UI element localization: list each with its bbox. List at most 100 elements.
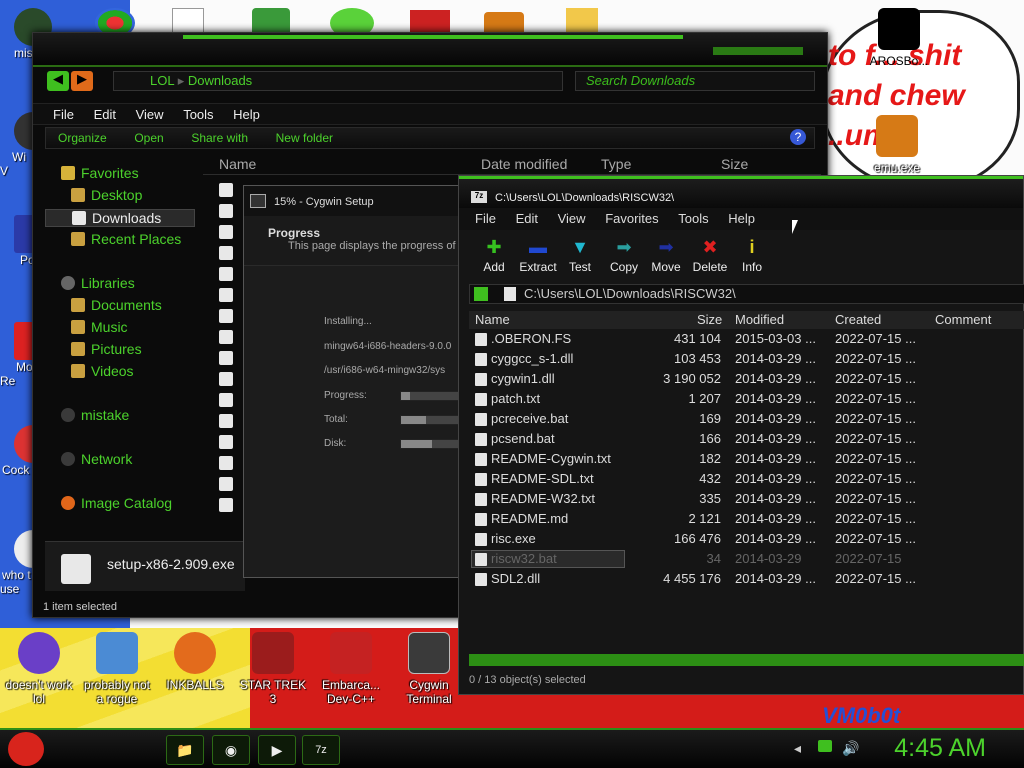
desktop-icon-inkballs[interactable]: INKBALLS (156, 632, 234, 692)
taskbar-chrome-button[interactable]: ◉ (212, 735, 250, 765)
file-icon[interactable] (219, 351, 233, 365)
file-icon[interactable] (219, 330, 233, 344)
nav-recent-places[interactable]: Recent Places (71, 231, 181, 247)
menu-help[interactable]: Help (225, 104, 268, 125)
file-icon[interactable] (219, 309, 233, 323)
file-icon[interactable] (219, 393, 233, 407)
file-icon[interactable] (219, 477, 233, 491)
column-name[interactable]: Name (475, 312, 510, 327)
table-row[interactable]: pcsend.bat 166 2014-03-29 ... 2022-07-15 ..… (469, 429, 1024, 449)
desktop-icon-devcpp[interactable]: Embarca... Dev-C++ (312, 632, 390, 706)
help-icon[interactable]: ? (790, 129, 806, 145)
table-row[interactable]: README-Cygwin.txt 182 2014-03-29 ... 2022-0… (469, 449, 1024, 469)
desktop-icon-yahoo[interactable]: doesn't work lol (0, 632, 78, 706)
tray-volume-icon[interactable]: 🔊 (842, 740, 859, 757)
address-bar[interactable]: LOL ▸ Downloads (113, 71, 563, 91)
nav-pictures[interactable]: Pictures (71, 341, 142, 357)
column-created[interactable]: Created (835, 312, 881, 327)
table-row[interactable]: cygwin1.dll 3 190 052 2014-03-29 ... 2022-0… (469, 369, 1024, 389)
organize-button[interactable]: Organize (46, 128, 119, 148)
menu-file[interactable]: File (45, 104, 82, 125)
horizontal-scrollbar[interactable] (469, 654, 1024, 666)
nav-downloads[interactable]: Downloads (45, 209, 195, 227)
file-icon[interactable] (219, 372, 233, 386)
table-row-dragging[interactable]: riscw32.bat 34 2014-03-29 2022-07-15 (469, 549, 1024, 569)
cell-created: 2022-07-15 ... (835, 451, 916, 466)
test-button[interactable]: ▼ Test (555, 234, 605, 274)
column-name[interactable]: Name (219, 156, 256, 172)
table-row[interactable]: .OBERON.FS 431 104 2015-03-03 ... 2022-07-1… (469, 329, 1024, 349)
file-icon[interactable] (219, 225, 233, 239)
up-folder-icon[interactable] (474, 287, 488, 301)
menu-view[interactable]: View (550, 208, 594, 229)
breadcrumb-lol[interactable]: LOL (150, 73, 174, 88)
column-comment[interactable]: Comment (935, 312, 991, 327)
tray-chevron-icon[interactable]: ◂ (794, 740, 801, 757)
table-row[interactable]: README-SDL.txt 432 2014-03-29 ... 2022-07-1… (469, 469, 1024, 489)
desktop-icon-emu[interactable]: emu.exe (858, 115, 936, 175)
menu-file[interactable]: File (467, 208, 504, 229)
nav-libraries[interactable]: Libraries (61, 275, 135, 291)
open-button[interactable]: Open (122, 128, 175, 148)
file-icon[interactable] (219, 267, 233, 281)
search-input[interactable]: Search Downloads (575, 71, 815, 91)
info-button[interactable]: i Info (727, 234, 777, 274)
nav-image-catalog[interactable]: Image Catalog (61, 495, 172, 511)
new-folder-button[interactable]: New folder (264, 128, 345, 148)
menu-edit[interactable]: Edit (508, 208, 546, 229)
nav-documents[interactable]: Documents (71, 297, 162, 313)
table-row[interactable]: risc.exe 166 476 2014-03-29 ... 2022-07-15 … (469, 529, 1024, 549)
file-icon[interactable] (219, 456, 233, 470)
menu-tools[interactable]: Tools (670, 208, 716, 229)
taskbar-clock[interactable]: 4:45 AM (894, 734, 986, 763)
tray-network-icon[interactable] (818, 740, 832, 752)
cell-name: README-SDL.txt (491, 471, 594, 486)
breadcrumb-downloads[interactable]: Downloads (188, 73, 252, 88)
taskbar-explorer-button[interactable]: 📁 (166, 735, 204, 765)
column-type[interactable]: Type (601, 156, 631, 172)
table-row[interactable]: README.md 2 121 2014-03-29 ... 2022-07-15 .… (469, 509, 1024, 529)
desktop-icon-arosbox[interactable]: AROSBo... (860, 8, 938, 68)
table-row[interactable]: patch.txt 1 207 2014-03-29 ... 2022-07-15 .… (469, 389, 1024, 409)
column-modified[interactable]: Modified (735, 312, 784, 327)
table-row[interactable]: cyggcc_s-1.dll 103 453 2014-03-29 ... 2022-… (469, 349, 1024, 369)
desktop-icon-cygwin-terminal[interactable]: Cygwin Terminal (390, 632, 468, 706)
menu-view[interactable]: View (128, 104, 172, 125)
column-size[interactable]: Size (721, 156, 748, 172)
file-icon[interactable] (219, 246, 233, 260)
window-controls[interactable] (713, 47, 803, 55)
file-icon[interactable] (219, 183, 233, 197)
taskbar-cygwin-button[interactable]: ▶ (258, 735, 296, 765)
menu-tools[interactable]: Tools (175, 104, 221, 125)
share-with-button[interactable]: Share with (179, 128, 260, 148)
column-size[interactable]: Size (697, 312, 722, 327)
nav-music[interactable]: Music (71, 319, 128, 335)
table-row[interactable]: SDL2.dll 4 455 176 2014-03-29 ... 2022-07-1… (469, 569, 1024, 589)
desktop-icon-star-trek[interactable]: STAR TREK 3 (234, 632, 312, 706)
menu-help[interactable]: Help (720, 208, 763, 229)
back-button[interactable]: ◀ (47, 71, 69, 91)
add-button[interactable]: ✚ Add (469, 234, 519, 274)
file-icon[interactable] (219, 204, 233, 218)
cell-name: README-Cygwin.txt (491, 451, 611, 466)
nav-desktop[interactable]: Desktop (71, 187, 142, 203)
move-button[interactable]: ➡ Move (641, 234, 691, 274)
7zip-path-bar[interactable]: C:\Users\LOL\Downloads\RISCW32\ (469, 284, 1024, 304)
nav-favorites[interactable]: Favorites (61, 165, 139, 181)
file-icon[interactable] (219, 288, 233, 302)
forward-button[interactable]: ▶ (71, 71, 93, 91)
menu-favorites[interactable]: Favorites (597, 208, 666, 229)
nav-network[interactable]: Network (61, 451, 132, 467)
taskbar-7zip-button[interactable]: 7z (302, 735, 340, 765)
menu-edit[interactable]: Edit (86, 104, 124, 125)
table-row[interactable]: README-W32.txt 335 2014-03-29 ... 2022-07-1… (469, 489, 1024, 509)
nav-videos[interactable]: Videos (71, 363, 134, 379)
table-row[interactable]: pcreceive.bat 169 2014-03-29 ... 2022-07-15… (469, 409, 1024, 429)
file-icon[interactable] (219, 414, 233, 428)
desktop-icon-rogue[interactable]: probably not a rogue (78, 632, 156, 706)
column-date-modified[interactable]: Date modified (481, 156, 567, 172)
nav-mistake[interactable]: mistake (61, 407, 129, 423)
file-icon[interactable] (219, 435, 233, 449)
file-icon[interactable] (219, 498, 233, 512)
start-button-angry-bird-icon[interactable] (8, 732, 44, 766)
